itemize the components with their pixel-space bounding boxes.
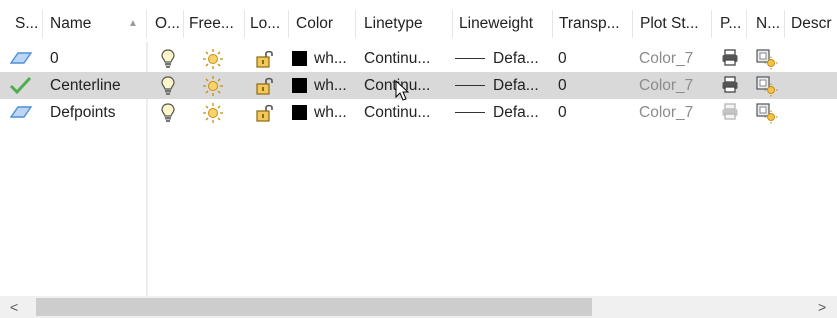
layer-lineweight[interactable]: Defa... — [493, 72, 549, 99]
column-header-linetype[interactable]: Linetype — [364, 6, 448, 42]
layer-table-header: S... Name ▲ O... Free... Lo... Color Lin… — [0, 6, 837, 42]
column-header-plot[interactable]: P... — [720, 6, 744, 42]
color-swatch[interactable] — [292, 105, 307, 120]
column-header-name[interactable]: Name — [50, 6, 122, 42]
printer-icon[interactable] — [721, 48, 739, 73]
table-row-layer-defpoints[interactable]: Defpoints wh... Continu... Defa... 0 Col… — [0, 99, 837, 126]
layer-transparency[interactable]: 0 — [558, 72, 598, 99]
sun-thawed-icon[interactable] — [202, 75, 224, 102]
layer-plot-style: Color_7 — [639, 104, 694, 121]
table-row-layer-centerline[interactable]: Centerline wh... Continu... Defa... 0 Co… — [0, 72, 837, 102]
scrollbar-thumb[interactable] — [36, 298, 592, 316]
layer-transparency[interactable]: 0 — [558, 99, 598, 126]
column-header-status[interactable]: S... — [15, 6, 39, 42]
table-row-layer-0[interactable]: 0 wh... Continu... Defa... 0 Color_7 — [0, 45, 837, 72]
lightbulb-on-icon[interactable] — [160, 102, 176, 129]
new-viewport-freeze-icon[interactable] — [755, 48, 779, 75]
column-header-transparency[interactable]: Transp... — [559, 6, 629, 42]
column-header-on[interactable]: O... — [155, 6, 185, 42]
lineweight-sample — [455, 85, 485, 86]
layer-parallelogram-icon — [9, 102, 33, 127]
layer-lineweight[interactable]: Defa... — [493, 99, 549, 126]
lightbulb-on-icon[interactable] — [160, 75, 176, 102]
lightbulb-on-icon[interactable] — [160, 48, 176, 75]
layer-color[interactable]: wh... — [314, 72, 354, 99]
layer-name[interactable]: 0 — [50, 45, 140, 72]
horizontal-scrollbar[interactable]: < > — [0, 296, 837, 318]
column-header-description[interactable]: Descr — [791, 6, 837, 42]
sun-thawed-icon[interactable] — [202, 102, 224, 129]
layer-plot-style: Color_7 — [639, 50, 694, 67]
column-header-lineweight[interactable]: Lineweight — [459, 6, 549, 42]
printer-icon[interactable] — [721, 75, 739, 100]
layer-name[interactable]: Defpoints — [50, 99, 140, 126]
column-header-freeze[interactable]: Free... — [189, 6, 243, 42]
layer-linetype[interactable]: Continu... — [364, 99, 448, 126]
layer-color[interactable]: wh... — [314, 99, 354, 126]
scroll-left-button[interactable]: < — [10, 296, 18, 318]
layer-name[interactable]: Centerline — [50, 72, 140, 99]
color-swatch[interactable] — [292, 78, 307, 93]
layer-linetype[interactable]: Continu... — [364, 45, 448, 72]
layer-parallelogram-icon — [9, 48, 33, 73]
lock-open-icon[interactable] — [254, 75, 276, 102]
column-header-plot-style[interactable]: Plot St... — [640, 6, 706, 42]
sun-thawed-icon[interactable] — [202, 48, 224, 75]
new-viewport-freeze-icon[interactable] — [755, 75, 779, 102]
current-layer-check-icon — [9, 75, 33, 102]
color-swatch[interactable] — [292, 51, 307, 66]
layer-plot-style: Color_7 — [639, 77, 694, 94]
column-header-new-vp-freeze[interactable]: N... — [756, 6, 782, 42]
column-header-color[interactable]: Color — [296, 6, 348, 42]
new-viewport-freeze-icon[interactable] — [755, 102, 779, 129]
lock-open-icon[interactable] — [254, 48, 276, 75]
column-header-lock[interactable]: Lo... — [250, 6, 284, 42]
lock-open-icon[interactable] — [254, 102, 276, 129]
lineweight-sample — [455, 58, 485, 59]
scroll-right-button[interactable]: > — [818, 296, 826, 318]
layer-color[interactable]: wh... — [314, 45, 354, 72]
lineweight-sample — [455, 112, 485, 113]
printer-disabled-icon[interactable] — [721, 102, 739, 127]
layer-lineweight[interactable]: Defa... — [493, 45, 549, 72]
sort-ascending-icon: ▲ — [128, 18, 138, 29]
layer-transparency[interactable]: 0 — [558, 45, 598, 72]
